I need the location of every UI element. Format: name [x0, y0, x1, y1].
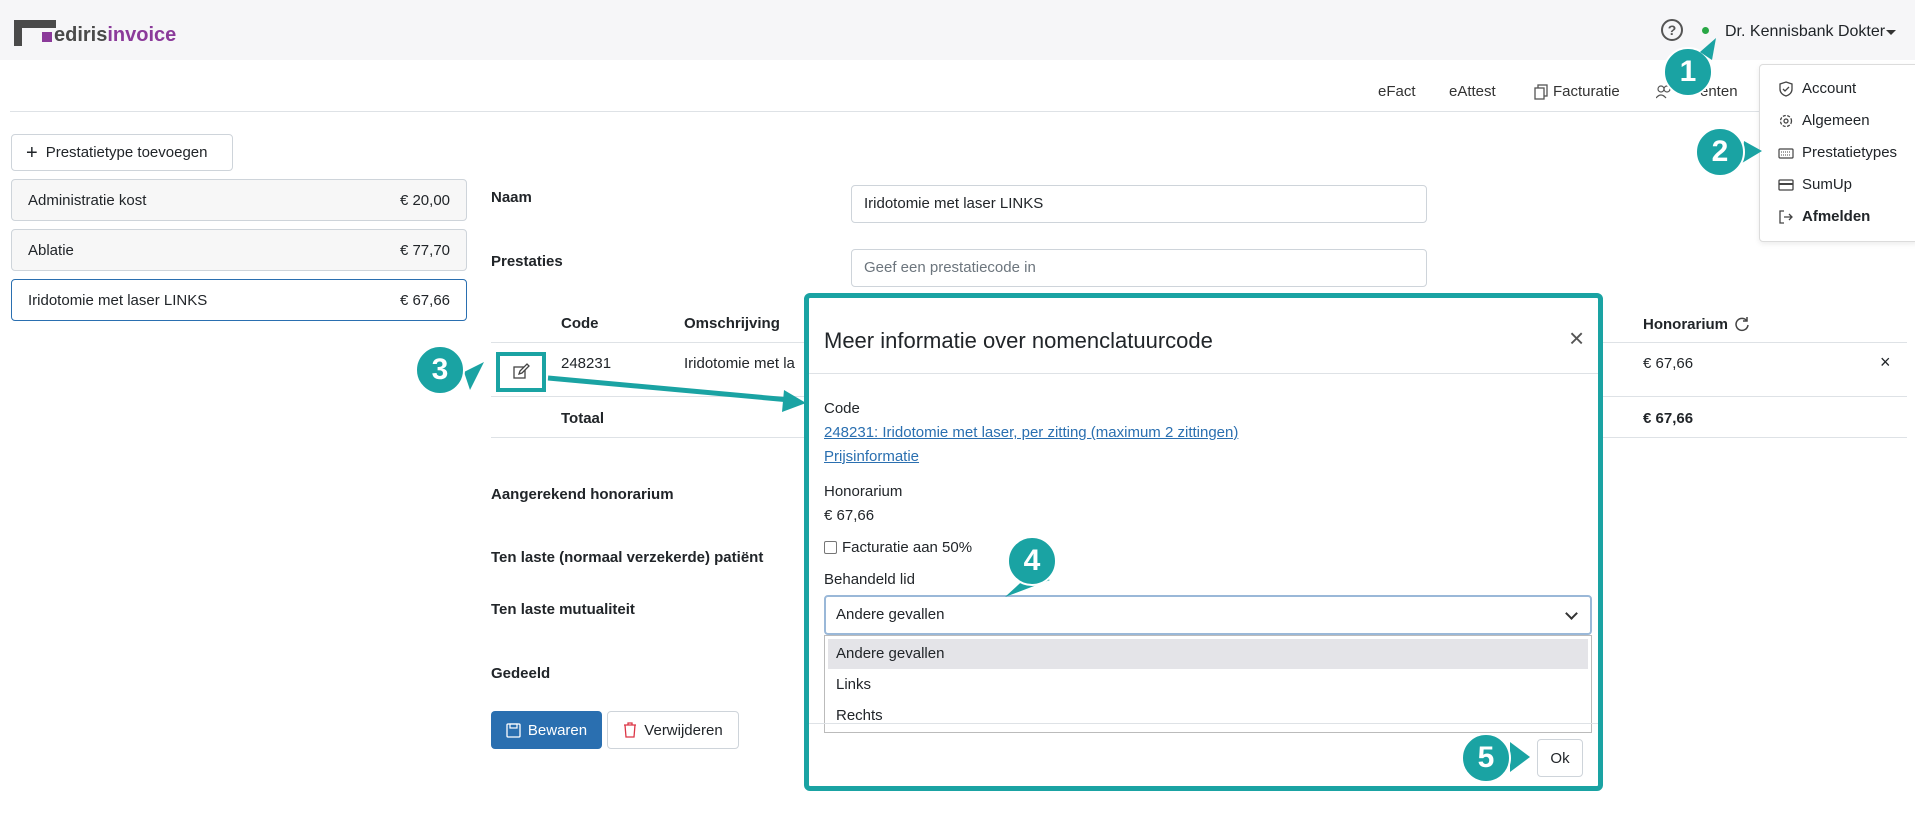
- plus-icon: +: [26, 141, 38, 164]
- delete-button[interactable]: Verwijderen: [607, 711, 739, 749]
- facturatie-checkbox-row[interactable]: Facturatie aan 50%: [824, 539, 972, 556]
- nav-facturatie-label: Facturatie: [1553, 83, 1620, 100]
- step-badge-1: 1: [1663, 47, 1713, 97]
- list-item[interactable]: Ablatie € 77,70: [11, 229, 467, 271]
- list-item-name: Administratie kost: [28, 192, 147, 209]
- add-prestatietype-button[interactable]: + Prestatietype toevoegen: [11, 134, 233, 171]
- list-item-price: € 67,66: [399, 292, 450, 309]
- edit-button[interactable]: [496, 352, 546, 392]
- help-icon[interactable]: ?: [1661, 19, 1683, 41]
- prestatietype-list: Administratie kost € 20,00 Ablatie € 77,…: [11, 179, 467, 329]
- menu-item-sumup-label: SumUp: [1802, 176, 1853, 193]
- save-button[interactable]: Bewaren: [491, 711, 602, 749]
- menu-item-sumup[interactable]: SumUp: [1778, 176, 1852, 193]
- menu-item-prestatietypes[interactable]: Prestatietypes: [1778, 144, 1897, 161]
- modal-code-label: Code: [824, 400, 860, 417]
- keyboard-icon: [1778, 147, 1794, 159]
- list-item-name: Ablatie: [28, 242, 74, 259]
- modal-honorarium-value: € 67,66: [824, 507, 875, 524]
- naam-label: Naam: [491, 189, 532, 206]
- menu-item-account[interactable]: Account: [1778, 80, 1856, 97]
- modal-header-divider: [809, 373, 1598, 374]
- behandeld-lid-select[interactable]: Andere gevallen: [824, 595, 1592, 635]
- row-honorarium: € 67,66: [1643, 355, 1694, 372]
- list-item-price: € 77,70: [399, 242, 450, 259]
- delete-label: Verwijderen: [644, 721, 723, 739]
- modal-price-link[interactable]: Prijsinformatie: [824, 448, 919, 465]
- remove-row-icon[interactable]: ×: [1880, 352, 1891, 373]
- col-header-code: Code: [561, 315, 599, 332]
- total-value: € 67,66: [1643, 410, 1694, 427]
- nomenclature-info-modal: Meer informatie over nomenclatuurcode × …: [804, 293, 1603, 791]
- behandeld-lid-options: Andere gevallen Links Rechts: [824, 635, 1592, 733]
- modal-title: Meer informatie over nomenclatuurcode: [824, 328, 1213, 353]
- main-nav: eFact eAttest Facturatie enten: [0, 60, 1915, 112]
- modal-code-link[interactable]: 248231: Iridotomie met laser, per zittin…: [824, 424, 1238, 441]
- user-dropdown-menu: Account Algemeen Prestatietypes SumUp Af…: [1759, 64, 1915, 242]
- trash-icon: [624, 722, 637, 738]
- col-header-honorarium: Honorarium: [1643, 315, 1751, 333]
- list-item-price: € 20,00: [399, 192, 450, 209]
- save-icon: [506, 722, 521, 738]
- nav-eattest[interactable]: eAttest: [1449, 83, 1496, 100]
- facturatie-checkbox[interactable]: [824, 541, 837, 554]
- add-prestatietype-label: Prestatietype toevoegen: [45, 144, 208, 161]
- menu-item-afmelden-label: Afmelden: [1802, 208, 1871, 225]
- modal-footer-divider: [809, 723, 1598, 724]
- nav-efact[interactable]: eFact: [1378, 83, 1416, 100]
- gear-icon: [1779, 114, 1793, 127]
- patient-label: Ten laste (normaal verzekerde) patiënt: [491, 549, 764, 566]
- menu-item-algemeen[interactable]: Algemeen: [1778, 112, 1870, 129]
- top-bar: edirisinvoice ? Dr. Kennisbank Dokter: [0, 0, 1915, 60]
- menu-item-algemeen-label: Algemeen: [1802, 112, 1870, 129]
- menu-item-account-label: Account: [1802, 80, 1857, 97]
- mutualiteit-label: Ten laste mutualiteit: [491, 601, 635, 618]
- save-label: Bewaren: [527, 721, 588, 739]
- facturatie-checkbox-label: Facturatie aan 50%: [842, 539, 973, 556]
- behandeld-lid-value: Andere gevallen: [836, 606, 945, 623]
- nav-divider: [10, 111, 1905, 112]
- ok-button[interactable]: Ok: [1537, 739, 1583, 777]
- aangerekend-label: Aangerekend honorarium: [491, 486, 674, 503]
- nav-facturatie[interactable]: Facturatie: [1534, 83, 1620, 100]
- prestatiecode-input[interactable]: Geef een prestatiecode in: [851, 249, 1427, 287]
- edit-icon: [513, 363, 530, 379]
- caret-down-icon[interactable]: [1886, 30, 1896, 35]
- copy-icon: [1534, 83, 1548, 100]
- chevron-down-icon: [1565, 607, 1578, 620]
- mediris-logo[interactable]: edirisinvoice: [14, 16, 176, 46]
- total-label: Totaal: [561, 410, 605, 427]
- row-code: 248231: [561, 355, 612, 372]
- credit-card-icon: [1778, 178, 1794, 191]
- col-header-honorarium-label: Honorarium: [1643, 315, 1729, 333]
- step-badge-2: 2: [1695, 127, 1745, 177]
- option-links[interactable]: Links: [828, 670, 1588, 700]
- list-item-active[interactable]: Iridotomie met laser LINKS € 67,66: [11, 279, 467, 321]
- refresh-icon[interactable]: [1733, 315, 1751, 333]
- menu-item-afmelden[interactable]: Afmelden: [1778, 208, 1870, 225]
- col-header-omschrijving: Omschrijving: [684, 315, 780, 332]
- logo-text: edirisinvoice: [54, 24, 177, 46]
- shield-check-icon: [1779, 80, 1793, 97]
- option-rechts[interactable]: Rechts: [828, 701, 1588, 731]
- user-menu-toggle[interactable]: Dr. Kennisbank Dokter: [1725, 23, 1885, 41]
- step-badge-4: 4: [1007, 536, 1057, 586]
- row-omschrijving: Iridotomie met la: [684, 355, 795, 372]
- naam-input[interactable]: Iridotomie met laser LINKS: [851, 185, 1427, 223]
- online-status-icon: [1702, 27, 1709, 34]
- option-andere-gevallen[interactable]: Andere gevallen: [828, 639, 1588, 669]
- list-item[interactable]: Administratie kost € 20,00: [11, 179, 467, 221]
- logout-icon: [1779, 209, 1793, 224]
- modal-lid-label: Behandeld lid: [824, 571, 915, 588]
- close-icon[interactable]: ×: [1569, 325, 1584, 351]
- logo-mark-icon: [14, 20, 56, 46]
- menu-item-prestatietypes-label: Prestatietypes: [1802, 144, 1898, 161]
- prestaties-label: Prestaties: [491, 253, 563, 270]
- gedeeld-label: Gedeeld: [491, 665, 551, 682]
- step-badge-5: 5: [1461, 733, 1511, 783]
- list-item-name: Iridotomie met laser LINKS: [28, 292, 208, 309]
- modal-honorarium-label: Honorarium: [824, 483, 903, 500]
- step-badge-3: 3: [415, 345, 465, 395]
